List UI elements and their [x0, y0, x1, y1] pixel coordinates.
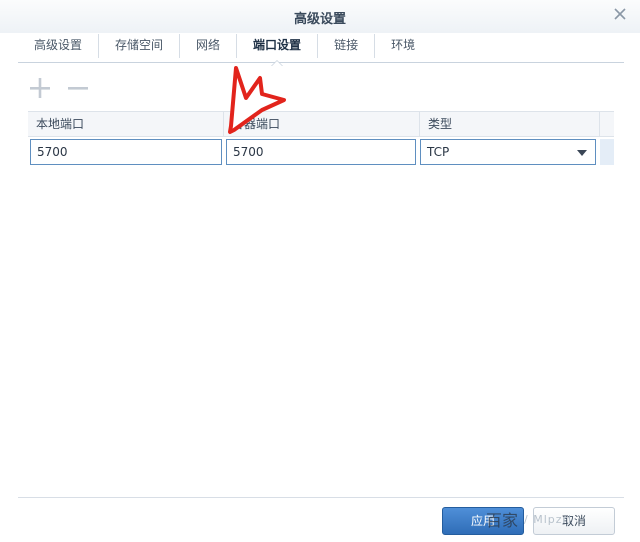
tab-bar: 高级设置 存储空间 网络 端口设置 链接 环境	[18, 33, 624, 66]
column-header-type[interactable]: 类型	[420, 112, 600, 136]
row-highlight	[600, 139, 614, 165]
chevron-down-icon	[577, 150, 587, 156]
title-bar: 高级设置	[0, 0, 640, 33]
tab-advanced-settings[interactable]: 高级设置	[18, 34, 100, 58]
watermark-handle: / Mlpzrl	[524, 513, 573, 526]
type-select[interactable]: TCP	[420, 139, 596, 165]
local-port-input[interactable]	[30, 139, 222, 165]
table-row: TCP	[28, 137, 614, 168]
window-title: 高级设置	[293, 12, 346, 27]
watermark-logo: 百家	[486, 511, 519, 530]
footer-divider	[18, 497, 624, 498]
tab-environment[interactable]: 环境	[375, 34, 431, 58]
plus-icon[interactable]	[28, 76, 52, 100]
tab-storage[interactable]: 存储空间	[99, 34, 181, 58]
type-select-value: TCP	[427, 145, 450, 159]
grid-header: 本地端口 容器端口 类型	[28, 111, 614, 137]
tab-port-settings[interactable]: 端口设置	[237, 34, 319, 66]
column-header-local-port[interactable]: 本地端口	[28, 112, 224, 136]
minus-icon[interactable]	[66, 76, 90, 100]
tab-links[interactable]: 链接	[318, 34, 376, 58]
close-icon[interactable]	[612, 6, 628, 22]
container-port-input[interactable]	[226, 139, 416, 165]
tab-network[interactable]: 网络	[180, 34, 238, 58]
tab-port-settings-label: 端口设置	[253, 38, 302, 52]
annotation-arrow-icon	[228, 66, 286, 134]
